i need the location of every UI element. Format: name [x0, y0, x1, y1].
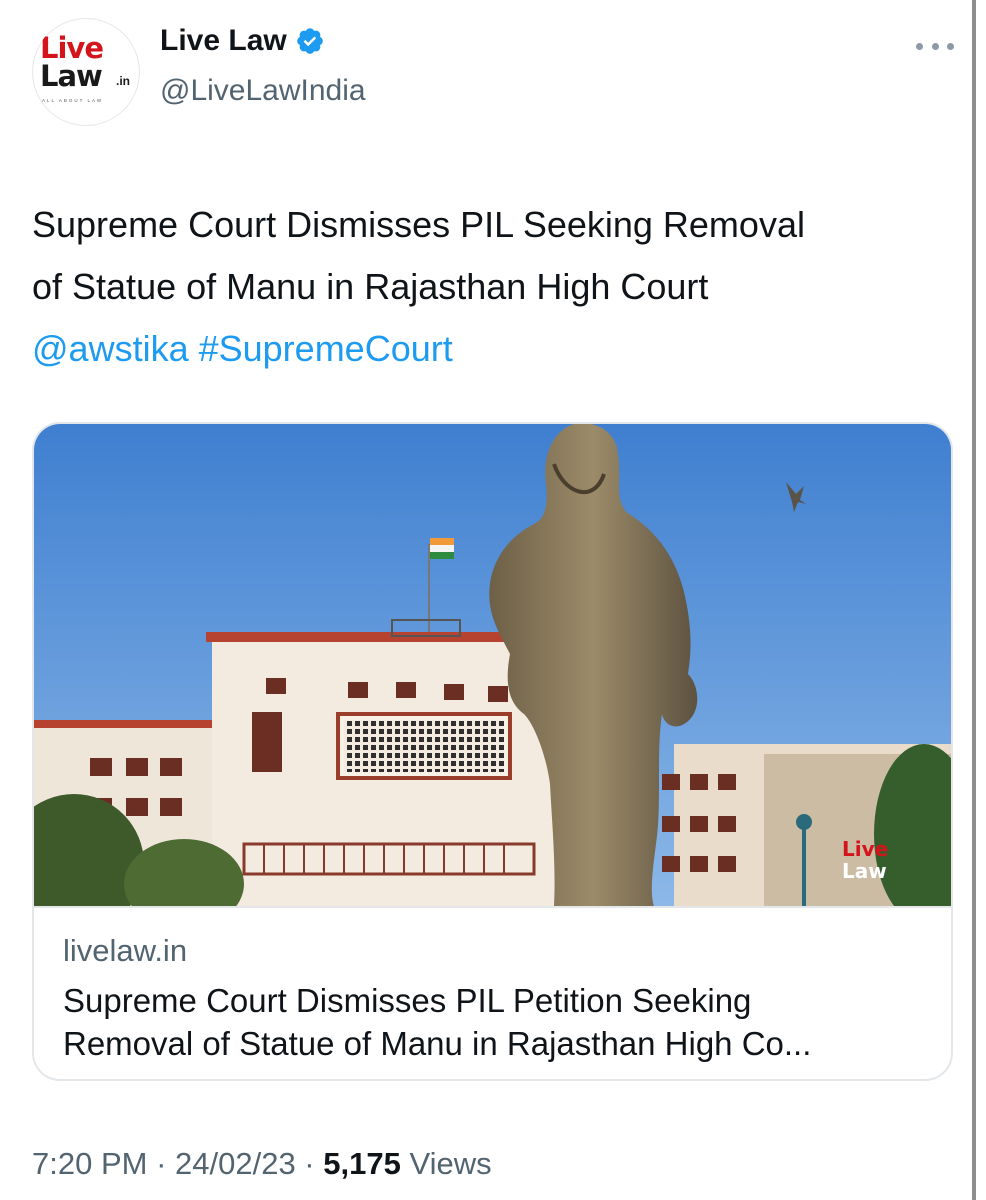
account-handle[interactable]: @LiveLawIndia — [160, 76, 366, 106]
more-dot-icon — [947, 42, 954, 50]
avatar-logo-suffix: .in — [116, 74, 130, 88]
meta-separator: · — [295, 1146, 324, 1181]
card-title-line: Supreme Court Dismisses PIL Petition See… — [63, 982, 752, 1019]
meta-separator: · — [147, 1146, 176, 1181]
avatar-logo-line2: Law — [40, 59, 103, 93]
avatar[interactable]: Live Law .in ALL ABOUT LAW — [32, 18, 140, 126]
tweet-date[interactable]: 24/02/23 — [175, 1146, 296, 1181]
account-name-row[interactable]: Live Law — [160, 26, 325, 56]
tweet-text-line: of Statue of Manu in Rajasthan High Cour… — [32, 266, 709, 307]
hashtag-link[interactable]: #SupremeCourt — [199, 328, 453, 369]
display-name[interactable]: Live Law — [160, 26, 287, 56]
tweet-text: Supreme Court Dismisses PIL Seeking Remo… — [32, 194, 952, 380]
more-dot-icon — [931, 42, 939, 50]
link-preview-card[interactable]: Live Law livelaw.in Supreme Court Dismis… — [32, 422, 953, 1081]
card-title: Supreme Court Dismisses PIL Petition See… — [63, 979, 933, 1065]
tweet-meta: 7:20 PM · 24/02/23 · 5,175 Views — [32, 1146, 492, 1182]
mention-link[interactable]: @awstika — [32, 328, 189, 369]
tweet-links: @awstika #SupremeCourt — [32, 318, 952, 380]
card-image-watermark-live: Live — [842, 837, 888, 861]
card-domain: livelaw.in — [63, 933, 188, 968]
more-dot-icon — [916, 42, 923, 50]
views-label: Views — [409, 1146, 492, 1181]
card-title-line: Removal of Statue of Manu in Rajasthan H… — [63, 1025, 812, 1062]
verified-badge-icon — [296, 28, 323, 54]
card-image[interactable]: Live Law — [34, 424, 951, 906]
card-image-watermark-law: Law — [842, 859, 887, 883]
tweet-time[interactable]: 7:20 PM — [32, 1146, 147, 1181]
avatar-logo-tagline: ALL ABOUT LAW — [42, 98, 104, 103]
views-count: 5,175 — [323, 1146, 401, 1181]
more-options-button[interactable] — [916, 36, 954, 56]
tweet-text-line: Supreme Court Dismisses PIL Seeking Remo… — [32, 204, 805, 245]
scrollbar-edge — [972, 0, 976, 1200]
card-divider — [34, 906, 951, 908]
